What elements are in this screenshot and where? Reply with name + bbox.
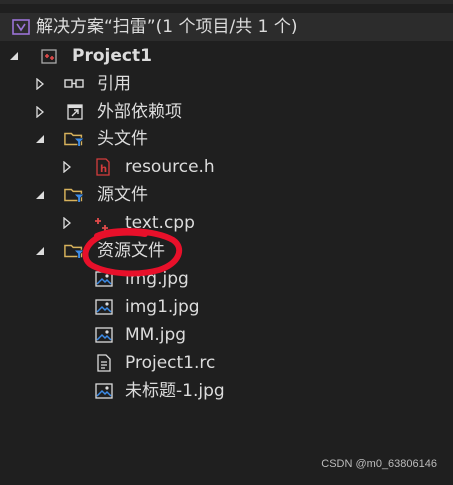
- file-label: 未标题-1.jpg: [125, 381, 225, 401]
- header-files-node[interactable]: 头文件: [0, 125, 453, 153]
- source-file-item[interactable]: text.cpp: [0, 209, 453, 237]
- folder-filter-icon: [64, 184, 86, 206]
- references-icon: [63, 73, 85, 95]
- resource-file-item[interactable]: MM.jpg: [0, 321, 453, 349]
- external-deps-label: 外部依赖项: [97, 102, 182, 122]
- resource-file-item[interactable]: 未标题-1.jpg: [0, 377, 453, 405]
- solution-node[interactable]: 解决方案“扫雷”(1 个项目/共 1 个): [0, 13, 453, 41]
- references-node[interactable]: 引用: [0, 70, 453, 98]
- folder-filter-icon: [64, 128, 86, 150]
- project-node[interactable]: Project1: [0, 42, 453, 70]
- solution-title: 解决方案“扫雷”(1 个项目/共 1 个): [36, 17, 298, 37]
- header-files-label: 头文件: [97, 129, 148, 149]
- annotation-circle: [82, 228, 183, 277]
- resource-files-node[interactable]: 资源文件: [0, 237, 453, 265]
- resource-file-item[interactable]: Project1.rc: [0, 349, 453, 377]
- watermark: CSDN @m0_63806146: [321, 458, 437, 470]
- collapse-icon[interactable]: [32, 131, 48, 147]
- visual-studio-solution-icon: [10, 16, 32, 38]
- project-label: Project1: [72, 46, 152, 66]
- file-label: img1.jpg: [125, 297, 200, 317]
- expand-icon[interactable]: [32, 76, 48, 92]
- source-files-label: 源文件: [97, 185, 148, 205]
- file-label: resource.h: [125, 157, 215, 177]
- resource-file-item[interactable]: img.jpg: [0, 265, 453, 293]
- header-file-item[interactable]: h resource.h: [0, 153, 453, 181]
- external-dependencies-icon: [64, 101, 86, 123]
- cpp-project-icon: [38, 45, 60, 67]
- image-file-icon: [93, 324, 115, 346]
- collapse-icon[interactable]: [6, 48, 22, 64]
- file-label: MM.jpg: [125, 325, 187, 345]
- expand-icon[interactable]: [32, 104, 48, 120]
- collapse-icon[interactable]: [32, 243, 48, 259]
- resource-script-icon: [93, 352, 115, 374]
- window-top-strip: [0, 0, 453, 4]
- collapse-icon[interactable]: [32, 187, 48, 203]
- expand-icon[interactable]: [59, 159, 75, 175]
- header-file-icon: h: [92, 156, 114, 178]
- resource-file-item[interactable]: img1.jpg: [0, 293, 453, 321]
- svg-text:h: h: [100, 164, 107, 175]
- expand-icon[interactable]: [59, 215, 75, 231]
- references-label: 引用: [97, 74, 131, 94]
- source-files-node[interactable]: 源文件: [0, 181, 453, 209]
- file-label: Project1.rc: [125, 353, 216, 373]
- image-file-icon: [93, 380, 115, 402]
- external-deps-node[interactable]: 外部依赖项: [0, 98, 453, 126]
- image-file-icon: [93, 296, 115, 318]
